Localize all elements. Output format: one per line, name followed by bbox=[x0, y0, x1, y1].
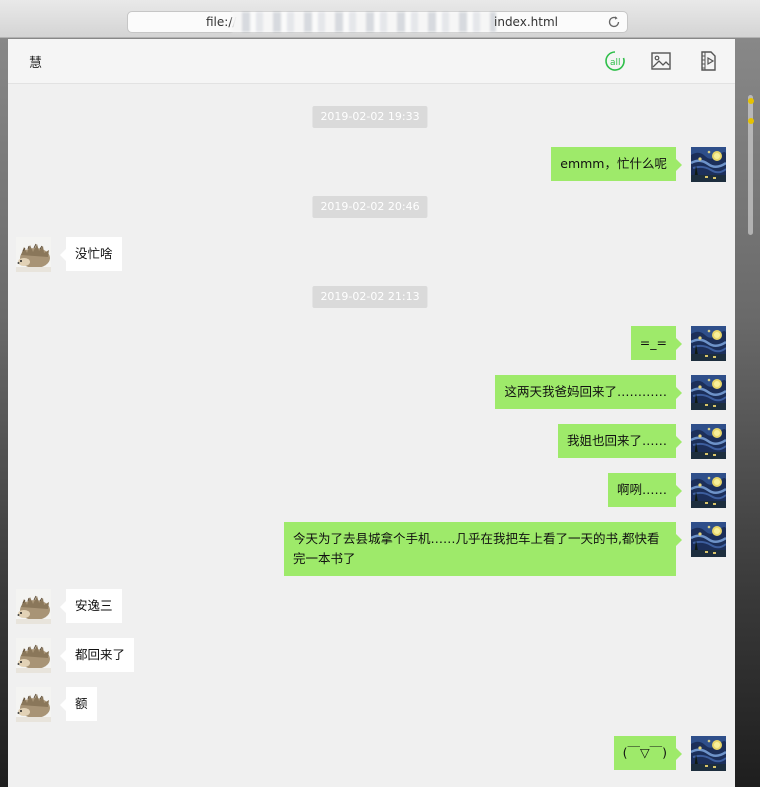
my-avatar[interactable] bbox=[691, 522, 726, 557]
url-redacted bbox=[232, 12, 496, 32]
svg-text:all: all bbox=[610, 58, 621, 68]
message-bubble-outgoing[interactable]: =_= bbox=[630, 326, 683, 360]
message-bubble-incoming[interactable]: 都回来了 bbox=[59, 638, 135, 672]
url-suffix: index.html bbox=[494, 15, 558, 29]
contact-avatar[interactable] bbox=[16, 687, 51, 722]
my-avatar[interactable] bbox=[691, 736, 726, 771]
contact-name: 慧 bbox=[29, 56, 43, 71]
message-bubble-outgoing[interactable]: (￣▽￣) bbox=[613, 736, 683, 770]
message-bubble-outgoing[interactable]: 啊咧…… bbox=[607, 473, 683, 507]
reload-icon[interactable] bbox=[607, 15, 621, 29]
image-icon[interactable] bbox=[650, 50, 672, 72]
mention-all-icon[interactable]: all bbox=[604, 50, 626, 72]
my-avatar[interactable] bbox=[691, 147, 726, 182]
video-file-icon[interactable] bbox=[697, 50, 719, 72]
message-bubble-outgoing[interactable]: 这两天我爸妈回来了………… bbox=[495, 375, 682, 409]
chat-header: 慧 all bbox=[8, 39, 735, 84]
browser-toolbar: file:// index.html bbox=[0, 0, 760, 38]
scroll-marker bbox=[748, 118, 754, 124]
message-bubble-incoming[interactable]: 安逸三 bbox=[60, 589, 122, 623]
message-bubble-outgoing[interactable]: emmm，忙什么呢 bbox=[551, 147, 682, 181]
contact-avatar[interactable] bbox=[16, 638, 51, 673]
scroll-marker bbox=[748, 98, 754, 104]
contact-avatar[interactable] bbox=[16, 589, 51, 624]
contact-avatar[interactable] bbox=[16, 237, 51, 272]
message-bubble-outgoing[interactable]: 今天为了去县城拿个手机……几乎在我把车上看了一天的书,都快看完一本书了 bbox=[284, 522, 682, 576]
timestamp: 2019-02-02 21:13 bbox=[312, 286, 428, 308]
my-avatar[interactable] bbox=[691, 375, 726, 410]
my-avatar[interactable] bbox=[691, 326, 726, 361]
address-bar[interactable]: file:// index.html bbox=[127, 11, 628, 33]
message-bubble-incoming[interactable]: 额 bbox=[60, 687, 97, 721]
timestamp: 2019-02-02 20:46 bbox=[312, 196, 428, 218]
my-avatar[interactable] bbox=[691, 424, 726, 459]
chat-window: 慧 all 2019-02-02 19:33 2019-02-02 20:46 … bbox=[8, 39, 735, 787]
timestamp: 2019-02-02 19:33 bbox=[312, 106, 428, 128]
message-bubble-outgoing[interactable]: 我姐也回来了…… bbox=[557, 424, 683, 458]
my-avatar[interactable] bbox=[691, 473, 726, 508]
scrollbar-thumb[interactable] bbox=[748, 95, 753, 235]
message-bubble-incoming[interactable]: 没忙啥 bbox=[60, 237, 122, 271]
